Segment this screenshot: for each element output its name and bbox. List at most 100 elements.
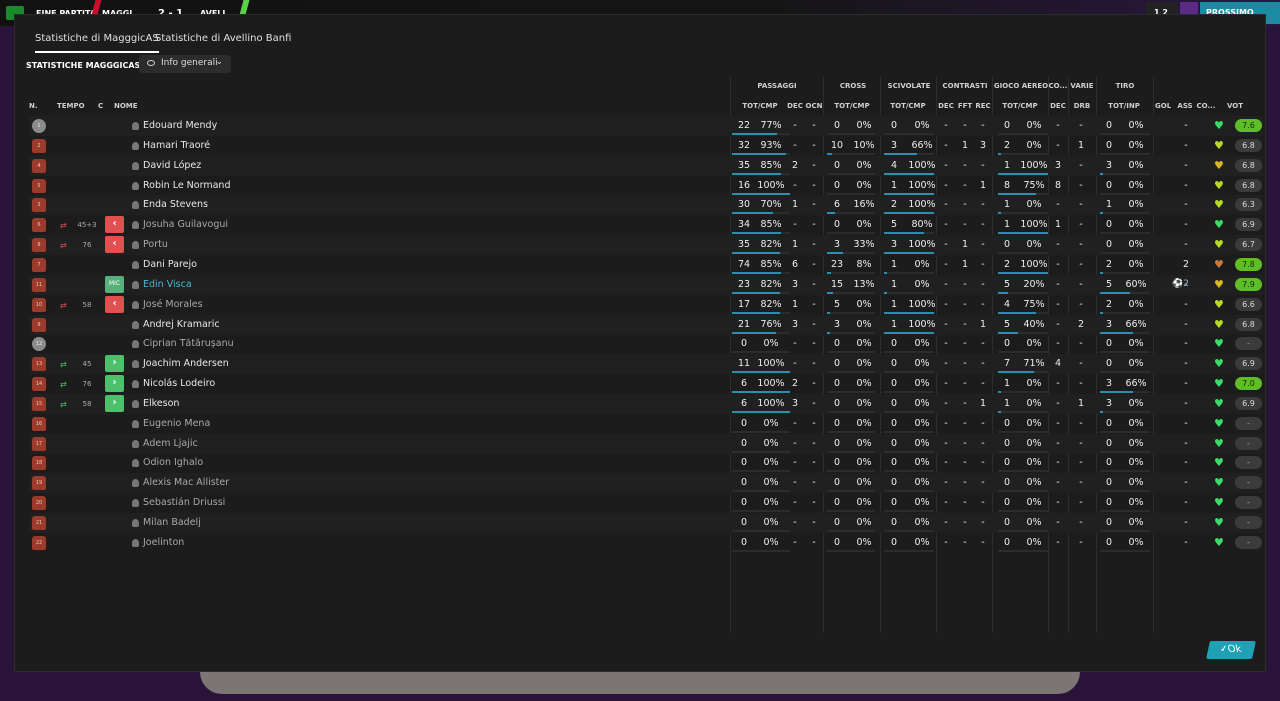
player-name[interactable]: Hamari Traoré — [143, 140, 210, 151]
col-contr-dec[interactable]: DEC — [937, 102, 955, 110]
table-row[interactable]: 11 MiC Edin Visca 23 82% 3-15 13% 1 0% - - -5 20% - -5… — [29, 274, 1263, 295]
player-name[interactable]: Nicolás Lodeiro — [143, 378, 215, 389]
col-tempo[interactable]: TEMPO — [57, 102, 85, 110]
table-row[interactable]: 3 Enda Stevens 30 70% 1-6 16% 2 100% - - -1 0% - -1 0%… — [29, 195, 1263, 216]
col-c[interactable]: C — [98, 102, 103, 110]
table-row[interactable]: 5 Robin Le Normand 16 100% - -0 0% 1 100% - -1 8 75%… — [29, 176, 1263, 196]
player-name[interactable]: Eugenio Mena — [143, 418, 210, 429]
table-row[interactable]: 2 Hamari Traoré 32 93% - -10 10% 3 66% -1 3 2 0% -1 0 0… — [29, 136, 1263, 156]
table-row[interactable]: 7 Dani Parejo 74 85% 6-23 8% 1 0% -1-2 100% - -2 0% 2… — [29, 255, 1263, 275]
shirt-number-icon: 12 — [32, 337, 46, 352]
player-name[interactable]: Alexis Mac Allister — [143, 477, 229, 488]
progress-track — [827, 172, 875, 175]
col-ass[interactable]: ASS — [1177, 102, 1193, 110]
player-name[interactable]: Ciprian Tătărușanu — [143, 338, 234, 349]
table-row[interactable]: 19 Alexis Mac Allister 0 0% - - 0 0% 0 0% - - - 0 0% - -… — [29, 473, 1263, 494]
col-voto[interactable]: VOT — [1223, 102, 1247, 110]
table-row[interactable]: 8 ⇄ 76 ‹ Portu 35 82% 1-3 33% 3 100% -1-0 0% - -0 0% - ♥ 6… — [29, 235, 1263, 256]
col-nome[interactable]: NOME — [114, 102, 138, 110]
col-co[interactable]: CO... — [1195, 102, 1217, 110]
player-name[interactable]: Portu — [143, 239, 168, 250]
table-row[interactable]: 18 Odion Ighalo 0 0% - -0 0% 0 0% - - -0 0% - -0 0% - ♥ - — [29, 453, 1263, 473]
player-name[interactable]: Sebastián Driussi — [143, 497, 225, 508]
table-row[interactable]: 21 Milan Badelj 0 0% - -0 0% 0 0% - - -0 0% - -0 0% - ♥ - — [29, 513, 1263, 533]
table-row[interactable]: 16 Eugenio Mena 0 0% - -0 0% 0 0% - - -0 0% - -0 0% - ♥ - — [29, 414, 1263, 434]
shirt-number-icon: 4 — [32, 158, 46, 173]
progress-track — [1100, 549, 1150, 552]
col-varie-drb[interactable]: DRB — [1069, 102, 1095, 110]
col-pass-dec[interactable]: DEC — [787, 102, 803, 110]
condition-heart-icon: ♥ — [1214, 416, 1224, 430]
table-row[interactable]: 17 Adem Ljajic 0 0% - -0 0% 0 0% - - -0 0% - -0 0% - ♥ - — [29, 433, 1263, 454]
table-row[interactable]: 1 Edouard Mendy 22 77% - -0 0% 0 0% - - -0 0% - -0 0% - ♥… — [29, 116, 1263, 136]
cell-dribbles: 2 — [1077, 318, 1085, 330]
player-name[interactable]: Joelinton — [143, 537, 184, 548]
table-row[interactable]: 15 ⇄ 58 › Elkeson 6 100% 3-0 0% 0 0% - -1 1 0% -1 3 0% - ♥ 6… — [29, 393, 1263, 414]
cell-tackles-total: 3 — [890, 239, 898, 251]
table-row[interactable]: 14 ⇄ 76 › Nicolás Lodeiro 6 100% 2 - 0 0% 0 0% - - - 1 0%… — [29, 374, 1263, 394]
progress-fill — [827, 252, 843, 255]
cell-tackles-total: 0 — [890, 457, 898, 469]
progress-track — [732, 490, 790, 493]
table-row[interactable]: 13 ⇄ 45 › Joachim Andersen 11 100% - -0 0% 0 0% - - -7… — [29, 354, 1263, 375]
cell-shots-total: 3 — [1105, 397, 1113, 409]
col-sciv-totcmp[interactable]: TOT/CMP — [883, 102, 933, 110]
subbed-on-icon: › — [105, 375, 124, 393]
progress-fill — [1100, 212, 1103, 215]
table-row[interactable]: 22 Joelinton 0 0% - -0 0% 0 0% - - -0 0% - -0 0% - ♥ - — [29, 533, 1263, 553]
cell-passes-pct: 0% — [763, 338, 779, 350]
progress-track — [884, 430, 934, 433]
sub-time: 45 — [82, 360, 92, 369]
table-row[interactable]: 4 David López 35 85% 2-0 0% 4 100% - - -1 100% 3-3 0%… — [29, 155, 1263, 176]
cell-assists: - — [1184, 298, 1188, 310]
col-num[interactable]: N. — [29, 102, 38, 110]
progress-track — [998, 410, 1048, 413]
cell-contrasts-fouls: - — [963, 536, 967, 548]
player-name[interactable]: Joachim Andersen — [143, 358, 229, 369]
table-row[interactable]: 12 Ciprian Tătărușanu 0 0% - - 0 0% 0 0% - - - 0 0% - - 0… — [29, 334, 1263, 354]
cell-crosses-total: 10 — [830, 139, 844, 151]
cell-passes-chances: - — [812, 417, 816, 429]
progress-track — [827, 410, 875, 413]
table-row[interactable]: 9 Andrej Kramaric 21 76% 3-3 0% 1 100% - -1 5 40% -2… — [29, 314, 1263, 335]
player-name[interactable]: Andrej Kramaric — [143, 319, 220, 330]
player-name[interactable]: Edin Visca — [143, 279, 192, 290]
player-name[interactable]: Dani Parejo — [143, 259, 197, 270]
cell-tackles-pct: 100% — [908, 239, 936, 251]
condition-heart-icon: ♥ — [1214, 158, 1224, 172]
player-name[interactable]: Robin Le Normand — [143, 180, 230, 191]
progress-track — [1100, 271, 1150, 274]
player-name[interactable]: Josuha Guilavogui — [143, 219, 228, 230]
cell-passes-chances: - — [812, 199, 816, 211]
player-name[interactable]: José Morales — [143, 299, 203, 310]
cell-passes-decisive: - — [793, 358, 797, 370]
cell-crosses-pct: 33% — [853, 239, 875, 251]
cell-passes-decisive: - — [793, 536, 797, 548]
table-row[interactable]: 10 ⇄ 58 ‹ José Morales 17 82% 1-5 0% 1 100% - - -4 75%… — [29, 295, 1263, 315]
col-contr-fft[interactable]: FFT — [956, 102, 974, 110]
player-name[interactable]: Enda Stevens — [143, 199, 208, 210]
cell-shots-pct: 0% — [1128, 417, 1144, 429]
col-pass-totcmp[interactable]: TOT/CMP — [735, 102, 785, 110]
progress-track — [884, 510, 934, 513]
player-name[interactable]: Elkeson — [143, 398, 179, 409]
col-cross-totcmp[interactable]: TOT/CMP — [827, 102, 877, 110]
col-gol[interactable]: GOL — [1155, 102, 1171, 110]
progress-fill — [732, 252, 780, 255]
table-row[interactable]: 20 Sebastián Driussi 0 0% - - 0 0% 0 0% - - - 0 0% - - 0 0… — [29, 493, 1263, 513]
ok-button[interactable]: ✓ Ok — [1206, 641, 1256, 659]
cell-passes-chances: - — [812, 397, 816, 409]
table-row[interactable]: 6 ⇄ 45+3 ‹ Josuha Guilavogui 34 85% - -0 0% 5 80% - -… — [29, 215, 1263, 235]
player-name[interactable]: Adem Ljajic — [143, 438, 198, 449]
col-pass-ocn[interactable]: OCN — [805, 102, 823, 110]
col-aereo-totcmp[interactable]: TOT/CMP — [995, 102, 1045, 110]
player-name[interactable]: Odion Ighalo — [143, 457, 203, 468]
progress-track — [827, 470, 875, 473]
player-name[interactable]: David López — [143, 160, 201, 171]
progress-track — [1100, 450, 1150, 453]
col-tiro-totinp[interactable]: TOT/INP — [1099, 102, 1149, 110]
col-contr-rec[interactable]: REC — [974, 102, 992, 110]
col-co-dec[interactable]: DEC — [1049, 102, 1067, 110]
player-name[interactable]: Edouard Mendy — [143, 120, 217, 131]
player-name[interactable]: Milan Badelj — [143, 517, 201, 528]
